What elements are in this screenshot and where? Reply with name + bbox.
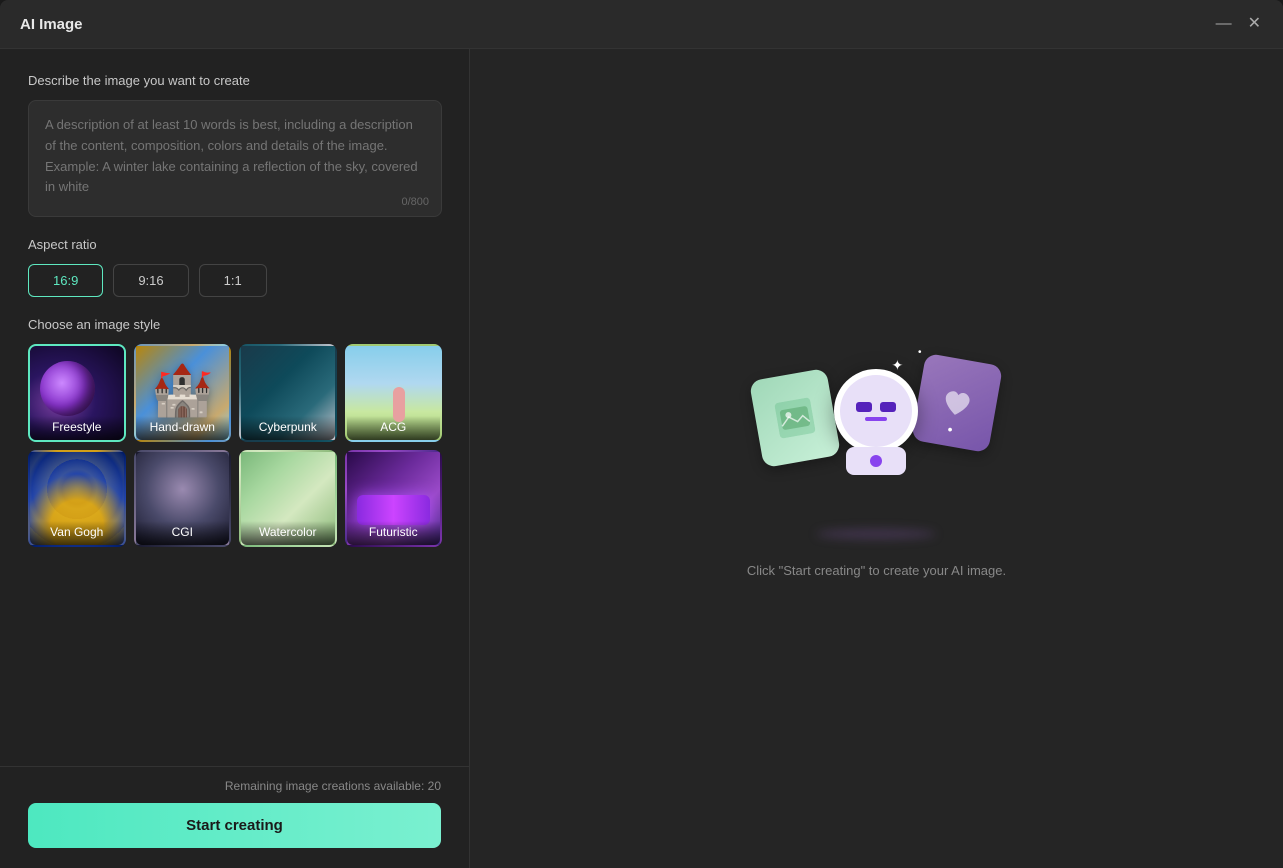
card-left <box>749 368 841 468</box>
style-label-freestyle: Freestyle <box>30 416 124 440</box>
right-panel: ✦ • • Click "Start creating" to create y… <box>470 49 1283 868</box>
style-label-cyberpunk: Cyberpunk <box>241 416 335 440</box>
char-count: 0/800 <box>401 196 429 208</box>
robot-eye-left <box>856 402 872 412</box>
aspect-btn-916[interactable]: 9:16 <box>113 264 188 297</box>
style-label: Choose an image style <box>28 317 442 332</box>
robot-shadow <box>816 529 936 539</box>
start-creating-button[interactable]: Start creating <box>28 803 441 848</box>
aspect-btn-11[interactable]: 1:1 <box>199 264 267 297</box>
robot-mouth <box>865 417 887 421</box>
illustration: ✦ • • Click "Start creating" to create y… <box>747 339 1006 578</box>
description-textarea[interactable] <box>29 101 441 211</box>
sparkle-right: • <box>948 421 953 437</box>
style-label-acg: ACG <box>347 416 441 440</box>
remaining-text: Remaining image creations available: 20 <box>28 779 441 793</box>
titlebar: AI Image — ✕ <box>0 0 1283 49</box>
minimize-button[interactable]: — <box>1214 14 1234 34</box>
textarea-container: 0/800 <box>28 100 442 217</box>
aspect-ratio-label: Aspect ratio <box>28 237 442 252</box>
style-item-watercolor[interactable]: Watercolor <box>239 450 337 548</box>
sparkle-small: • <box>918 347 922 358</box>
style-label-futuristic: Futuristic <box>347 521 441 545</box>
robot-head <box>834 369 918 453</box>
heart-icon <box>939 384 976 421</box>
robot-eyes <box>856 402 896 412</box>
image-icon <box>775 397 817 439</box>
close-button[interactable]: ✕ <box>1246 14 1263 34</box>
style-item-futuristic[interactable]: Futuristic <box>345 450 443 548</box>
aspect-btn-169[interactable]: 16:9 <box>28 264 103 297</box>
instruction-text: Click "Start creating" to create your AI… <box>747 563 1006 578</box>
description-label: Describe the image you want to create <box>28 73 442 88</box>
aspect-buttons: 16:9 9:16 1:1 <box>28 264 442 297</box>
style-label-cgi: CGI <box>136 521 230 545</box>
window-controls: — ✕ <box>1214 14 1263 34</box>
app-window: AI Image — ✕ Describe the image you want… <box>0 0 1283 868</box>
style-item-cyberpunk[interactable]: Cyberpunk <box>239 344 337 442</box>
aspect-ratio-section: Aspect ratio 16:9 9:16 1:1 <box>28 237 442 297</box>
style-grid: Freestyle Hand-drawn Cyberpunk ACG Van G… <box>28 344 442 547</box>
robot-scene: ✦ • • <box>756 339 996 539</box>
style-item-vangogh[interactable]: Van Gogh <box>28 450 126 548</box>
bottom-bar: Remaining image creations available: 20 … <box>0 766 469 868</box>
style-item-handdrawn[interactable]: Hand-drawn <box>134 344 232 442</box>
content-area: Describe the image you want to create 0/… <box>0 49 1283 868</box>
style-label-watercolor: Watercolor <box>241 521 335 545</box>
style-label-handdrawn: Hand-drawn <box>136 416 230 440</box>
robot-face <box>840 375 912 447</box>
window-title: AI Image <box>20 16 83 33</box>
style-item-acg[interactable]: ACG <box>345 344 443 442</box>
robot-chest-dot <box>870 455 882 467</box>
left-panel: Describe the image you want to create 0/… <box>0 49 470 766</box>
style-label-vangogh: Van Gogh <box>30 521 124 545</box>
style-item-freestyle[interactable]: Freestyle <box>28 344 126 442</box>
card-right <box>911 353 1003 453</box>
style-section: Choose an image style Freestyle Hand-dra… <box>28 317 442 726</box>
robot-chest <box>846 447 906 475</box>
style-item-cgi[interactable]: CGI <box>134 450 232 548</box>
robot-eye-right <box>880 402 896 412</box>
sparkle-top: ✦ <box>891 357 903 374</box>
